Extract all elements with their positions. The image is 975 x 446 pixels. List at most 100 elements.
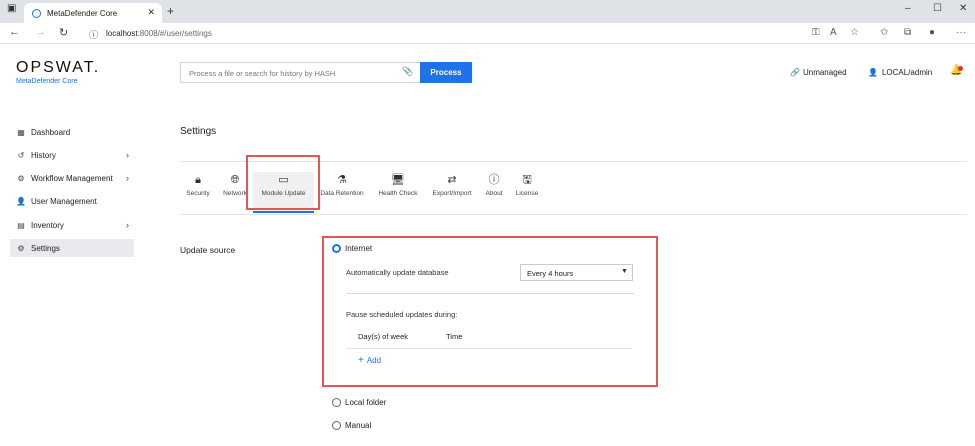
unmanaged-status[interactable]: 🔗 Unmanaged (790, 68, 847, 77)
sidebar-item-label: History (31, 150, 56, 160)
key-icon[interactable]: ⚿ (812, 27, 820, 38)
sidebar-item-workflow[interactable]: ⚙ Workflow Management › (10, 169, 134, 187)
dashboard-icon: ▦ (17, 127, 25, 137)
collections-icon[interactable]: ⧉ (904, 27, 911, 38)
tab-license[interactable]: 🖫 License (513, 172, 541, 212)
sidebar-item-label: Settings (31, 243, 60, 253)
sidebar-item-dashboard[interactable]: ▦ Dashboard (10, 123, 134, 141)
product-name: MetaDefender Core (16, 78, 78, 85)
logo: OPSWAT. (16, 59, 101, 76)
tab-data-retention[interactable]: ⚗ Data Retention (318, 172, 366, 212)
sidebar-item-label: Workflow Management (31, 173, 113, 183)
tab-title: MetaDefender Core (47, 8, 118, 18)
caret-down-icon: ▼ (621, 268, 628, 275)
highlight-box-tab (246, 155, 320, 210)
auto-update-label: Automatically update database (346, 268, 449, 277)
forward-icon[interactable]: → (35, 26, 46, 38)
tab-about[interactable]: ⓘ About (483, 172, 505, 212)
sidebar-item-label: Inventory (31, 220, 64, 230)
history-icon: ↺ (17, 150, 25, 160)
chevron-right-icon: › (126, 173, 129, 183)
divider (346, 348, 632, 349)
new-tab-icon[interactable]: + (167, 4, 174, 18)
inventory-icon: ▤ (17, 220, 25, 230)
info-icon: ⓘ (488, 174, 500, 186)
pause-updates-label: Pause scheduled updates during: (346, 310, 458, 319)
tab-label: Data Retention (320, 190, 364, 197)
chevron-right-icon: › (126, 220, 129, 230)
url-host: localhost (106, 29, 138, 38)
active-tab-indicator (253, 211, 314, 213)
radio-internet[interactable] (332, 244, 341, 253)
tab-security[interactable]: 🔒︎ Security (184, 172, 212, 212)
arrows-icon: ⇄ (447, 174, 457, 186)
sidebar-item-user-management[interactable]: 👤 User Management (10, 192, 134, 210)
add-button[interactable]: + Add (358, 355, 381, 366)
browser-tab-bar: ▣ MetaDefender Core ✕ + – ☐ ✕ (0, 0, 975, 23)
tab-health-check[interactable]: 🖥︎ Health Check (376, 172, 420, 212)
sidebar-item-settings[interactable]: ⚙ Settings (10, 239, 134, 257)
tab-label: About (485, 190, 503, 197)
more-menu-icon[interactable]: ··· (956, 27, 966, 38)
column-header-time: Time (446, 332, 463, 341)
update-source-label: Update source (180, 245, 236, 255)
tab-label: Security (186, 190, 210, 197)
process-button[interactable]: Process (420, 62, 472, 83)
sidebar-item-history[interactable]: ↺ History › (10, 146, 134, 164)
tab-network[interactable]: 🌐︎ Network (221, 172, 249, 212)
column-header-days: Day(s) of week (358, 332, 409, 341)
url-field[interactable]: localhost:8008/#/user/settings (106, 29, 212, 38)
unmanaged-label: Unmanaged (802, 68, 847, 77)
sidebar-item-inventory[interactable]: ▤ Inventory › (10, 216, 134, 234)
divider (180, 214, 967, 215)
address-bar: ← → ↻ ⓘ localhost:8008/#/user/settings ⚿… (0, 23, 975, 44)
maximize-icon[interactable]: ☐ (933, 3, 942, 14)
minimize-icon[interactable]: – (905, 3, 911, 14)
user-icon: 👤 (16, 196, 26, 206)
radio-manual[interactable] (332, 421, 341, 430)
flask-icon: ⚗ (337, 174, 347, 186)
sidebar-item-label: Dashboard (31, 127, 71, 137)
favicon-icon (32, 8, 41, 18)
plus-icon: + (358, 355, 364, 366)
tab-export-import[interactable]: ⇄ Export/Import (429, 172, 475, 212)
read-aloud-icon[interactable]: A (830, 27, 837, 38)
url-path: :8008/#/user/settings (137, 29, 212, 38)
user-label: LOCAL/admin (881, 68, 933, 77)
attach-file-icon[interactable]: 📎 (402, 66, 413, 77)
notification-badge (958, 66, 963, 71)
browser-tab[interactable]: MetaDefender Core ✕ (24, 3, 162, 23)
radio-local-folder[interactable] (332, 398, 341, 407)
radio-manual-label: Manual (345, 421, 372, 430)
lock-icon: 🔒︎ (195, 174, 201, 186)
search-input[interactable]: Process a file or search for history by … (180, 62, 420, 83)
profile-avatar-icon[interactable]: ● (929, 27, 935, 38)
radio-internet-label: Internet (345, 244, 373, 253)
user-menu[interactable]: 👤 LOCAL/admin (868, 68, 932, 77)
tab-label: Health Check (378, 190, 418, 197)
update-frequency-select[interactable]: Every 4 hours (520, 264, 633, 281)
page-title: Settings (180, 126, 217, 137)
back-icon[interactable]: ← (9, 26, 20, 38)
chevron-right-icon: › (126, 150, 129, 160)
tab-actions-icon[interactable]: ▣ (7, 3, 16, 14)
add-label: Add (366, 356, 382, 365)
tab-close-icon[interactable]: ✕ (147, 7, 155, 18)
sidebar-item-label: User Management (31, 196, 97, 206)
info-circle-icon[interactable]: ⓘ (89, 28, 98, 41)
gear-icon: ⚙ (17, 243, 25, 253)
favorite-add-icon[interactable]: ☆ (850, 27, 859, 38)
tab-label: Export/Import (432, 190, 472, 197)
workflow-icon: ⚙ (17, 173, 25, 183)
globe-icon: 🌐︎ (230, 174, 240, 186)
tab-label: Network (223, 190, 247, 197)
window-close-icon[interactable]: ✕ (959, 3, 967, 14)
monitor-icon: 🖥︎ (391, 174, 405, 186)
divider (346, 293, 634, 294)
radio-local-folder-label: Local folder (345, 398, 387, 407)
link-icon: 🔗 (790, 68, 800, 77)
refresh-icon[interactable]: ↻ (59, 26, 68, 39)
favorites-icon[interactable]: ✩ (880, 27, 888, 38)
user-icon: 👤 (868, 68, 878, 77)
license-icon: 🖫 (522, 174, 532, 186)
